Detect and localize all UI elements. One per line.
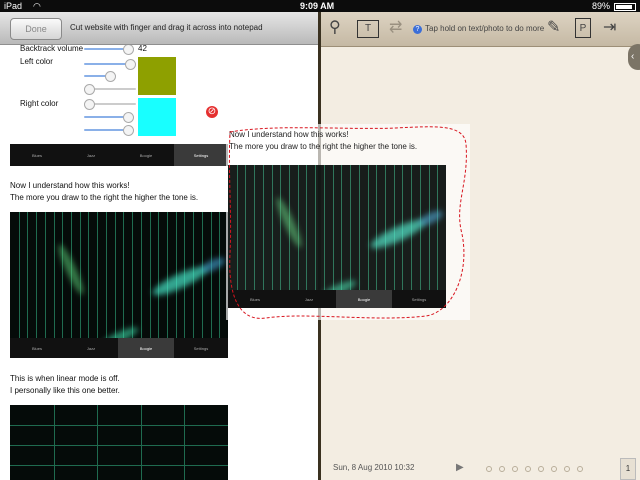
grid-line	[97, 212, 98, 338]
app-tab-jazz: Jazz	[86, 152, 96, 158]
no-entry-icon: ⊘	[206, 106, 218, 118]
grid-line	[27, 212, 28, 338]
grid-line	[184, 405, 185, 480]
grid-line	[219, 212, 220, 338]
linear-app-tabbar: Blues Jazz Boogie Settings	[10, 338, 228, 358]
page-dot[interactable]	[551, 466, 557, 472]
grid-line	[54, 405, 55, 480]
grid-line	[62, 212, 63, 338]
right-green-slider	[84, 112, 134, 123]
export-icon[interactable]: P	[575, 18, 591, 38]
notepad-hint: ? Tap hold on text/photo to do more	[413, 12, 544, 46]
grid-line	[106, 212, 107, 338]
app-tab-boogie: Boogie	[118, 338, 174, 358]
toolbar-hint: Cut website with finger and drag it acro…	[70, 23, 263, 32]
battery-icon	[614, 3, 636, 11]
page-dot[interactable]	[564, 466, 570, 472]
grid-line	[54, 212, 55, 338]
grid-line	[19, 212, 20, 338]
app-screenshot-grid	[10, 405, 228, 480]
glow-stroke	[199, 254, 227, 276]
grid-line	[132, 212, 133, 338]
grid-line	[97, 405, 98, 480]
grid-line	[150, 212, 151, 338]
grid-line	[141, 212, 142, 338]
battery-percent: 89%	[592, 1, 611, 11]
article-line: This is when linear mode is off.	[10, 374, 120, 383]
wifi-icon: ◠	[33, 1, 41, 11]
page-dot[interactable]	[512, 466, 518, 472]
tag-icon[interactable]: ▶	[456, 462, 464, 473]
left-color-swatch	[138, 57, 176, 95]
info-icon: ?	[413, 25, 422, 34]
side-arrow-icon[interactable]: ‹	[628, 44, 640, 70]
right-color-swatch	[138, 98, 176, 136]
settings-app-tabbar: Blues Jazz Boogie Settings	[10, 144, 228, 166]
left-blue-slider	[84, 84, 136, 95]
app-screenshot-linear	[10, 212, 228, 338]
page-dot[interactable]	[525, 466, 531, 472]
grid-line	[167, 212, 168, 338]
backtrack-volume-label: Backtrack volume	[20, 44, 84, 53]
page-dot[interactable]	[486, 466, 492, 472]
grid-line	[10, 465, 228, 466]
article-line: The more you draw to the right the highe…	[10, 193, 199, 202]
app-tab-blues: Blues	[31, 345, 42, 351]
left-green-slider	[84, 71, 116, 82]
left-color-label: Left color	[20, 57, 53, 66]
app-tab-boogie: Boogie	[139, 152, 153, 158]
page-dot[interactable]	[538, 466, 544, 472]
grid-line	[80, 212, 81, 338]
backtrack-value: 42	[138, 44, 147, 53]
app-tab-blues: Blues	[31, 152, 42, 158]
device-name: iPad	[4, 1, 23, 11]
clock: 9:09 AM	[300, 1, 335, 11]
grid-line	[36, 212, 37, 338]
left-toolbar: Done Cut website with finger and drag it…	[0, 12, 318, 45]
app-tab-settings: Settings	[193, 345, 209, 351]
grid-line	[88, 212, 89, 338]
right-blue-slider	[84, 125, 134, 136]
settings-icon[interactable]: ✎	[547, 18, 560, 38]
grid-line	[158, 212, 159, 338]
notepad-toolbar: ⚲ T ⇄ ? Tap hold on text/photo to do more…	[321, 12, 640, 47]
app-tab-jazz: Jazz	[86, 345, 96, 351]
redo-icon[interactable]: ⇄	[389, 18, 402, 38]
backtrack-slider	[84, 44, 134, 55]
article-line: Now I understand how this works!	[10, 181, 130, 190]
done-button[interactable]: Done	[10, 18, 62, 40]
status-bar: iPad ◠ 9:09 AM 89%	[0, 0, 640, 12]
search-icon[interactable]: ⚲	[329, 18, 341, 38]
grid-line	[45, 212, 46, 338]
grid-line	[10, 445, 228, 446]
text-box-icon[interactable]: T	[357, 20, 379, 38]
right-color-label: Right color	[20, 99, 59, 108]
page-dot[interactable]	[577, 466, 583, 472]
left-red-slider	[84, 59, 136, 70]
exit-icon[interactable]: ⇥	[603, 18, 616, 38]
page-number[interactable]: 1	[620, 458, 636, 480]
right-red-slider	[84, 99, 136, 110]
app-tab-settings: Settings	[174, 144, 228, 166]
grid-line	[10, 425, 228, 426]
grid-line	[211, 212, 212, 338]
dragged-clipping[interactable]: Now I understand how this works! The mor…	[226, 124, 470, 320]
grid-line	[115, 212, 116, 338]
page-dot[interactable]	[499, 466, 505, 472]
clipping-outline	[228, 126, 467, 319]
article-line: I personally like this one better.	[10, 386, 120, 395]
grid-line	[123, 212, 124, 338]
grid-line	[141, 405, 142, 480]
note-date: Sun, 8 Aug 2010 10:32	[333, 463, 415, 472]
